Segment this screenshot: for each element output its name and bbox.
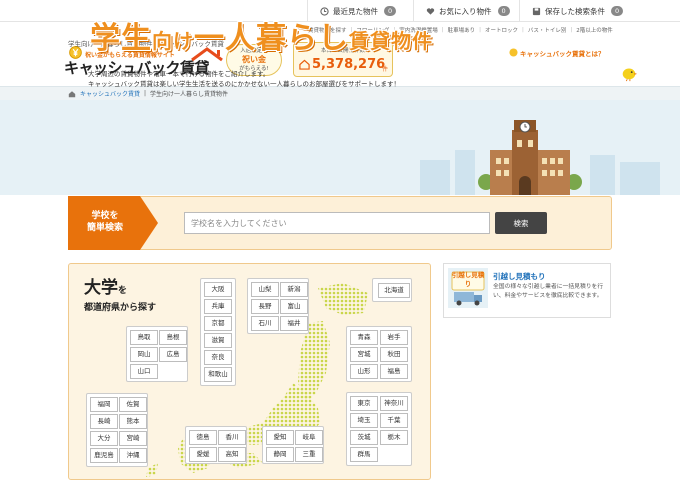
breadcrumb-home[interactable]: キャッシュバック賃貸 (80, 89, 140, 98)
pref-hokkaido[interactable]: 北海道 (378, 283, 410, 298)
pref-okinawa[interactable]: 沖縄 (119, 448, 147, 463)
pref-osaka[interactable]: 大阪 (204, 282, 232, 297)
saved-search-label: 保存した検索条件 (545, 6, 605, 16)
subnav-link[interactable]: 2階以上の物件 (576, 26, 613, 34)
favorites-count: 0 (497, 6, 510, 16)
pref-kagawa[interactable]: 香川 (218, 430, 246, 445)
pref-saitama[interactable]: 埼玉 (350, 413, 378, 428)
pref-kochi[interactable]: 高知 (218, 447, 246, 462)
divider: | (522, 27, 524, 33)
pref-kagoshima[interactable]: 鹿児島 (90, 448, 118, 463)
pref-kyoto[interactable]: 京都 (204, 316, 232, 331)
pref-kumamoto[interactable]: 熊本 (119, 414, 147, 429)
breadcrumb-separator: | (144, 90, 147, 97)
favorites-label: お気に入り物件 (439, 6, 492, 16)
pref-tokushima[interactable]: 徳島 (189, 430, 217, 445)
search-button[interactable]: 検索 (495, 212, 547, 234)
pref-yamaguchi[interactable]: 山口 (130, 364, 158, 379)
hero-description: 大学周辺の賃貸物件や電車一本で行ける物件をご紹介します。 キャッシュバック賃貸は… (88, 69, 400, 89)
pref-tottori[interactable]: 鳥取 (130, 330, 158, 345)
pref-nara[interactable]: 奈良 (204, 350, 232, 365)
yellow-bird-icon (622, 68, 638, 82)
saved-search-count: 0 (611, 6, 624, 16)
subnav-link[interactable]: バス・トイレ別 (528, 26, 567, 34)
divider: | (441, 27, 444, 33)
hero-title: 学生向け一人暮らし賃貸物件 (90, 13, 433, 57)
pref-saga[interactable]: 佐賀 (119, 397, 147, 412)
hero-desc-line2: キャッシュバック賃貸は楽しい学生生活を送るのにかかせない一人暮らしのお部屋選びを… (88, 80, 400, 89)
campus-skyline-illustration (420, 120, 660, 195)
pref-tochigi[interactable]: 栃木 (380, 430, 408, 445)
pref-hiroshima[interactable]: 広島 (159, 347, 187, 362)
pref-shizuoka[interactable]: 静岡 (266, 447, 294, 462)
search-tag-label: 学校を 簡単検索 (74, 210, 136, 234)
pref-fukushima[interactable]: 福島 (380, 364, 408, 379)
school-search-input[interactable] (184, 212, 490, 234)
breadcrumb-current: 学生向け一人暮らし賃貸物件 (150, 91, 229, 98)
yen-coin-icon (509, 48, 518, 57)
pref-oita[interactable]: 大分 (90, 431, 118, 446)
about-link[interactable]: キャッシュバック賃貸とは？ (520, 48, 605, 58)
pref-iwate[interactable]: 岩手 (380, 330, 408, 345)
pref-hyogo[interactable]: 兵庫 (204, 299, 232, 314)
map-title-big: 大学 (84, 278, 118, 298)
pref-niigata[interactable]: 新潟 (280, 282, 308, 297)
home-icon (68, 90, 76, 97)
pref-akita[interactable]: 秋田 (380, 347, 408, 362)
pref-kanagawa[interactable]: 神奈川 (380, 396, 408, 411)
pref-nagano[interactable]: 長野 (251, 299, 279, 314)
saved-search-link[interactable]: 保存した検索条件 0 (519, 0, 680, 22)
pref-mie[interactable]: 三重 (295, 447, 323, 462)
hero-title-b: 向け (152, 29, 194, 53)
pref-yamagata[interactable]: 山形 (350, 364, 378, 379)
pref-okayama[interactable]: 岡山 (130, 347, 158, 362)
pref-aichi[interactable]: 愛知 (266, 430, 294, 445)
hero-title-c: 一人暮らし (194, 21, 349, 56)
pref-miyagi[interactable]: 宮城 (350, 347, 378, 362)
pref-aomori[interactable]: 青森 (350, 330, 378, 345)
hero-title-d: 賃貸物件 (349, 29, 433, 53)
divider: | (479, 27, 481, 33)
promo-text: 全国の様々な引越し業者に一括見積りを行い、料金やサービスを徹底比較できます。 (493, 284, 604, 299)
save-disk-icon (532, 7, 541, 15)
pref-nagasaki[interactable]: 長崎 (90, 414, 118, 429)
promo-badge: 引越し見積り (451, 271, 485, 289)
subnav-link[interactable]: オートロック (485, 26, 518, 34)
pref-shimane[interactable]: 島根 (159, 330, 187, 345)
divider: | (570, 27, 573, 33)
pref-ishikawa[interactable]: 石川 (251, 316, 279, 331)
hero-desc-line1: 大学周辺の賃貸物件や電車一本で行ける物件をご紹介します。 (88, 70, 270, 78)
subnav-link[interactable]: 駐車場あり (448, 26, 476, 34)
pref-fukuoka[interactable]: 福岡 (90, 397, 118, 412)
search-tag-line1: 学校を (91, 211, 119, 221)
map-subtitle: 都道府県から探す (84, 303, 157, 313)
pref-wakayama[interactable]: 和歌山 (204, 367, 232, 382)
pref-yamanashi[interactable]: 山梨 (251, 282, 279, 297)
pref-ibaraki[interactable]: 茨城 (350, 430, 378, 445)
pref-gifu[interactable]: 岐阜 (295, 430, 323, 445)
map-title-small: を (118, 286, 128, 296)
map-title: 大学を (84, 273, 127, 298)
pref-ehime[interactable]: 愛媛 (189, 447, 217, 462)
pref-tokyo[interactable]: 東京 (350, 396, 378, 411)
pref-toyama[interactable]: 富山 (280, 299, 308, 314)
pref-shiga[interactable]: 滋賀 (204, 333, 232, 348)
hero-title-a: 学生 (90, 21, 152, 56)
pref-miyazaki[interactable]: 宮崎 (119, 431, 147, 446)
pref-fukui[interactable]: 福井 (280, 316, 308, 331)
pref-chiba[interactable]: 千葉 (380, 413, 408, 428)
pref-gunma[interactable]: 群馬 (350, 447, 378, 462)
promo-title[interactable]: 引越し見積もり (493, 271, 546, 282)
search-tag-line2: 簡単検索 (86, 223, 123, 234)
